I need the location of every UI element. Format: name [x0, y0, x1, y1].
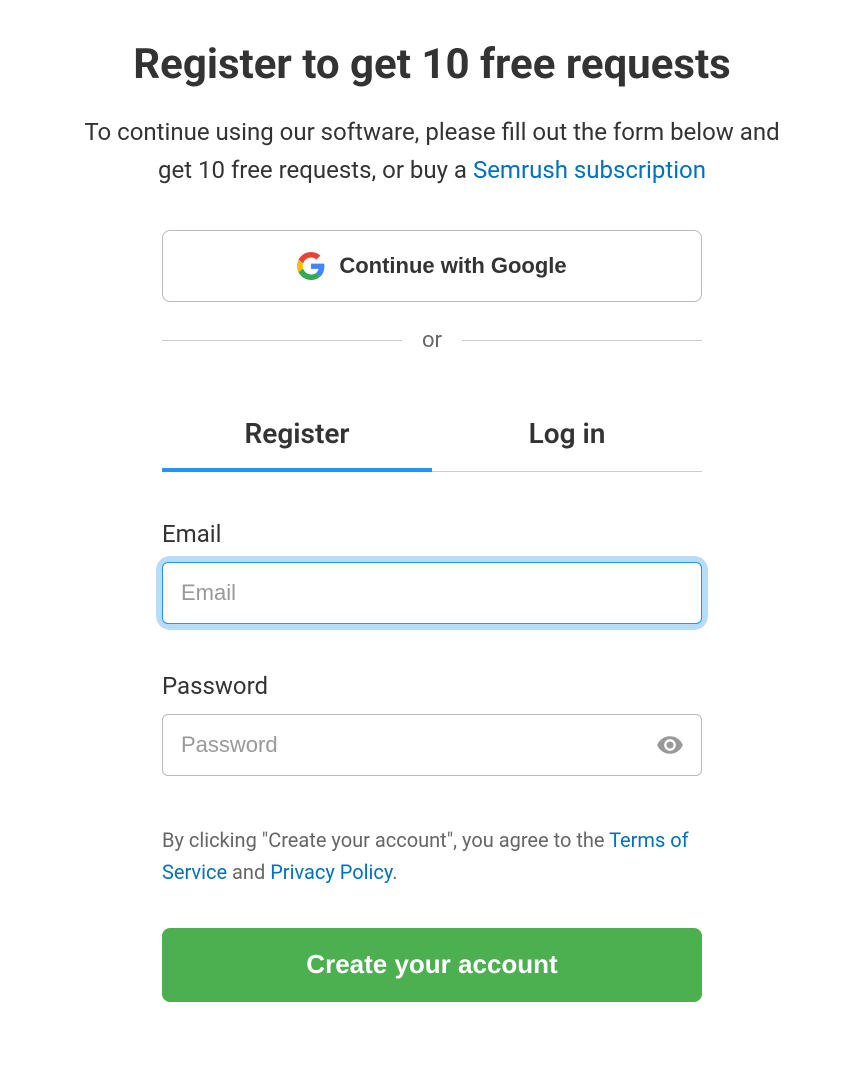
- terms-and: and: [227, 860, 270, 884]
- password-input-wrapper: [162, 714, 702, 776]
- show-password-icon[interactable]: [656, 731, 684, 759]
- tab-login[interactable]: Log in: [432, 399, 702, 472]
- google-button-label: Continue with Google: [339, 253, 566, 279]
- divider-or-label: or: [422, 328, 442, 353]
- terms-suffix: .: [392, 860, 397, 884]
- page-title: Register to get 10 free requests: [133, 40, 731, 89]
- password-input[interactable]: [162, 714, 702, 776]
- create-account-button[interactable]: Create your account: [162, 928, 702, 1002]
- divider: or: [162, 328, 702, 353]
- subscription-link[interactable]: Semrush subscription: [473, 156, 706, 184]
- page-subtitle: To continue using our software, please f…: [72, 113, 792, 190]
- email-input-wrapper: [162, 562, 702, 624]
- google-icon: [297, 252, 325, 280]
- divider-line-left: [162, 340, 402, 341]
- password-label: Password: [162, 672, 702, 700]
- tab-register[interactable]: Register: [162, 399, 432, 472]
- terms-prefix: By clicking "Create your account", you a…: [162, 828, 609, 852]
- divider-line-right: [462, 340, 702, 341]
- privacy-policy-link[interactable]: Privacy Policy: [270, 860, 392, 884]
- email-input[interactable]: [162, 562, 702, 624]
- terms-text: By clicking "Create your account", you a…: [162, 824, 702, 888]
- continue-with-google-button[interactable]: Continue with Google: [162, 230, 702, 302]
- email-label: Email: [162, 520, 702, 548]
- auth-tabs: Register Log in: [162, 399, 702, 472]
